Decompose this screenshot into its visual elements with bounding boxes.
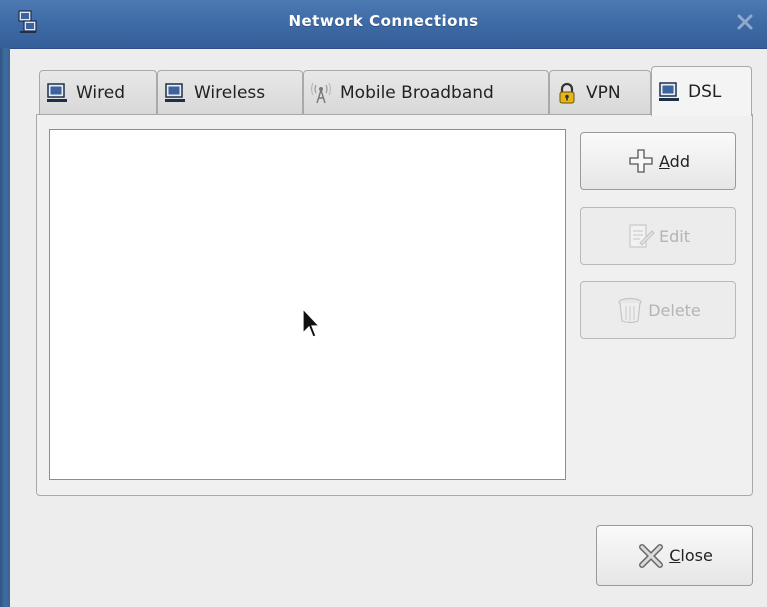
trash-icon bbox=[618, 297, 642, 324]
close-window-icon[interactable] bbox=[735, 12, 755, 32]
tab-wired[interactable]: Wired bbox=[39, 70, 157, 114]
window-title: Network Connections bbox=[288, 12, 479, 30]
tab-label-mobile-broadband: Mobile Broadband bbox=[340, 82, 494, 103]
tab-label-wireless: Wireless bbox=[194, 82, 266, 103]
lock-icon bbox=[559, 82, 575, 103]
plus-icon bbox=[629, 149, 653, 173]
edit-icon bbox=[629, 224, 655, 248]
edit-button[interactable]: Edit bbox=[580, 207, 736, 265]
tab-dsl[interactable]: DSL bbox=[651, 66, 752, 116]
antenna-icon bbox=[310, 82, 332, 103]
dsl-connections-list[interactable] bbox=[49, 129, 566, 480]
tab-mobile-broadband[interactable]: Mobile Broadband bbox=[303, 70, 549, 114]
title-bar[interactable]: Network Connections bbox=[0, 0, 767, 49]
close-button-label: Close bbox=[669, 546, 713, 565]
add-button-label: Add bbox=[659, 151, 690, 171]
edit-button-label: Edit bbox=[659, 226, 690, 246]
close-button[interactable]: Close bbox=[596, 525, 753, 586]
tab-vpn[interactable]: VPN bbox=[549, 70, 651, 114]
tab-label-wired: Wired bbox=[76, 82, 126, 103]
network-connections-window: Network Connections Wired Wireless Mobil… bbox=[0, 0, 767, 607]
delete-button[interactable]: Delete bbox=[580, 281, 736, 339]
tab-label-dsl: DSL bbox=[688, 81, 722, 102]
network-wired-icon bbox=[47, 82, 67, 102]
tab-label-vpn: VPN bbox=[586, 82, 621, 103]
network-wireless-icon bbox=[165, 82, 185, 102]
window-left-frame bbox=[0, 48, 10, 607]
network-dsl-icon bbox=[659, 81, 679, 101]
add-button[interactable]: Add bbox=[580, 132, 736, 190]
delete-button-label: Delete bbox=[648, 300, 701, 320]
close-x-icon bbox=[639, 543, 664, 568]
tab-wireless[interactable]: Wireless bbox=[157, 70, 303, 114]
mouse-pointer-icon bbox=[302, 307, 321, 338]
